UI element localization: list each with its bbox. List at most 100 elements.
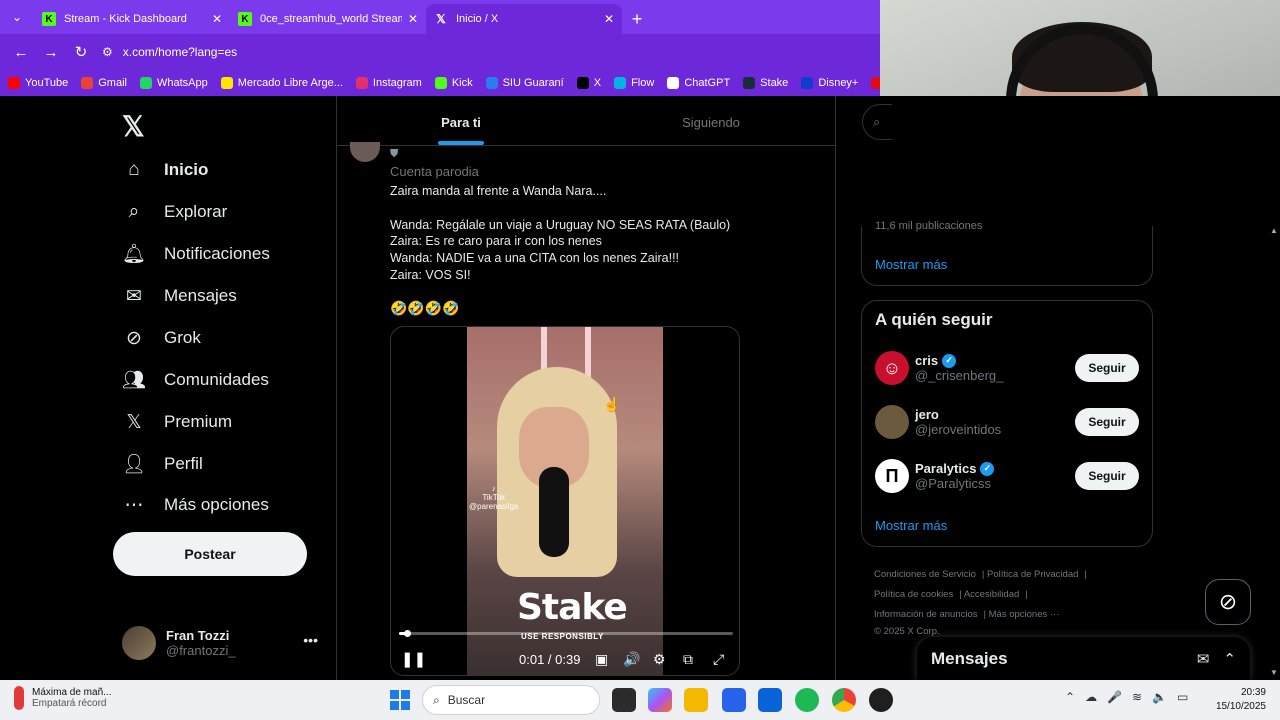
- bookmark-item[interactable]: WhatsApp: [139, 77, 208, 89]
- outlook-icon[interactable]: [758, 688, 782, 712]
- reload-button[interactable]: ↻: [66, 37, 96, 67]
- nav-item-notificaciones[interactable]: 🔔︎ Notificaciones: [122, 242, 270, 266]
- chrome-icon[interactable]: [832, 688, 856, 712]
- forward-button[interactable]: →: [36, 37, 66, 67]
- tab-para-ti[interactable]: Para ti: [336, 100, 586, 145]
- battery-icon[interactable]: ▭: [1177, 690, 1188, 704]
- fullscreen-icon[interactable]: ⤢: [713, 651, 724, 668]
- video-player[interactable]: ♪ TikTok @parenasilga Stake USE RESPONSI…: [390, 326, 740, 676]
- back-button[interactable]: ←: [6, 37, 36, 67]
- tab-siguiendo[interactable]: Siguiendo: [586, 100, 836, 145]
- follow-button[interactable]: Seguir: [1075, 408, 1139, 436]
- mic-icon[interactable]: 🎤: [1107, 690, 1122, 704]
- video-progress-bar[interactable]: [399, 630, 733, 637]
- post-text-line: Wanda: NADIE va a una CITA con los nenes…: [390, 251, 680, 265]
- footer-link[interactable]: Más opciones ···: [989, 609, 1060, 620]
- nav-item-m-s-opciones[interactable]: ⋯ Más opciones: [122, 493, 269, 517]
- bookmark-item[interactable]: Mercado Libre Arge...: [220, 77, 343, 89]
- browser-tab-2[interactable]: 𝕏 Inicio / X ✕: [426, 4, 622, 34]
- nav-item-comunidades[interactable]: 👥︎ Comunidades: [122, 368, 269, 392]
- nav-item-mensajes[interactable]: ✉ Mensajes: [122, 284, 237, 308]
- wifi-icon[interactable]: ≋: [1132, 690, 1142, 704]
- pause-icon[interactable]: ❚❚: [401, 650, 426, 668]
- account-switcher[interactable]: Fran Tozzi @frantozzi_ •••: [122, 624, 322, 662]
- bookmark-item[interactable]: X: [576, 77, 601, 89]
- avatar[interactable]: [875, 405, 909, 439]
- tab-search-button[interactable]: ⌄: [0, 0, 34, 34]
- follow-button[interactable]: Seguir: [1075, 462, 1139, 490]
- nav-item-perfil[interactable]: 👤︎ Perfil: [122, 452, 203, 476]
- post-emoji: 🤣🤣🤣🤣: [390, 300, 460, 316]
- x-logo-icon[interactable]: 𝕏: [122, 110, 145, 143]
- taskbar-search[interactable]: ⌕ Buscar: [422, 685, 600, 715]
- bookmark-item[interactable]: Kick: [434, 77, 473, 89]
- captions-icon[interactable]: ▣: [595, 651, 608, 668]
- site-settings-icon[interactable]: ⚙: [102, 45, 113, 59]
- bookmark-item[interactable]: Stake: [743, 77, 788, 89]
- video-progress-knob[interactable]: [404, 630, 412, 637]
- chevron-up-icon[interactable]: ⌃: [1065, 690, 1075, 704]
- follow-show-more[interactable]: Mostrar más: [875, 518, 947, 533]
- footer-link[interactable]: Información de anuncios: [874, 609, 978, 620]
- close-tab-icon[interactable]: ✕: [604, 12, 614, 26]
- avatar[interactable]: Π: [875, 459, 909, 493]
- scroll-up-icon[interactable]: ▲: [1270, 226, 1278, 235]
- store-icon[interactable]: [722, 688, 746, 712]
- weather-widget[interactable]: Máxima de mañ... Empatará récord: [14, 686, 111, 710]
- footer-link[interactable]: Política de cookies: [874, 589, 953, 600]
- nav-item-premium[interactable]: 𝕏 Premium: [122, 410, 232, 434]
- browser-tab-1[interactable]: K 0ce_streamhub_world Stream - ✕: [230, 4, 426, 34]
- popout-icon[interactable]: ⧉: [683, 651, 693, 668]
- trends-show-more[interactable]: Mostrar más: [875, 257, 947, 272]
- windows-start-icon[interactable]: [390, 690, 410, 710]
- speaker-icon[interactable]: 🔈: [1152, 690, 1167, 704]
- follow-suggestion[interactable]: jero @jeroveintidos Seguir: [875, 402, 1139, 442]
- address-bar[interactable]: ⚙ x.com/home?lang=es: [102, 38, 880, 66]
- copilot-icon[interactable]: [648, 688, 672, 712]
- task-view-icon[interactable]: [612, 688, 636, 712]
- footer-link[interactable]: Política de Privacidad: [987, 569, 1078, 580]
- bookmark-item[interactable]: Instagram: [355, 77, 422, 89]
- bookmark-item[interactable]: Disney+: [801, 77, 858, 89]
- bookmark-label: WhatsApp: [156, 77, 208, 89]
- obs-icon[interactable]: [869, 688, 893, 712]
- nav-item-inicio[interactable]: ⌂ Inicio: [122, 158, 208, 182]
- footer-link[interactable]: Condiciones de Servicio: [874, 569, 976, 580]
- browser-tab-0[interactable]: K Stream - Kick Dashboard ✕: [34, 4, 230, 34]
- grok-icon[interactable]: ⊘: [1205, 579, 1251, 625]
- bookmark-item[interactable]: Ne: [871, 77, 880, 89]
- new-tab-button[interactable]: +: [622, 4, 652, 34]
- bookmark-item[interactable]: Flow: [614, 77, 654, 89]
- bookmark-favicon-icon: [801, 77, 814, 89]
- bookmark-item[interactable]: YouTube: [8, 77, 68, 89]
- more-dots-icon[interactable]: •••: [303, 632, 318, 648]
- avatar[interactable]: ☺: [875, 351, 909, 385]
- volume-icon[interactable]: 🔊: [623, 651, 640, 668]
- cloud-icon[interactable]: ☁: [1085, 690, 1097, 704]
- search-icon: ⌕: [433, 692, 440, 707]
- weather-subtitle: Empatará récord: [32, 698, 107, 709]
- bookmark-item[interactable]: Gmail: [81, 77, 127, 89]
- close-tab-icon[interactable]: ✕: [212, 12, 222, 26]
- messages-drawer[interactable]: Mensajes ✉ ⌃: [917, 637, 1250, 680]
- settings-gear-icon[interactable]: ⚙: [653, 651, 666, 668]
- search-icon[interactable]: ⌕: [862, 104, 892, 140]
- expand-icon[interactable]: ⌃: [1223, 650, 1236, 668]
- nav-item-explorar[interactable]: ⌕ Explorar: [122, 200, 228, 224]
- scroll-down-icon[interactable]: ▼: [1270, 668, 1278, 677]
- bookmark-item[interactable]: SIU Guaraní: [485, 77, 564, 89]
- bookmark-item[interactable]: ChatGPT: [667, 77, 730, 89]
- spotify-icon[interactable]: [795, 688, 819, 712]
- page-scrollbar[interactable]: ▲ ▼: [1268, 226, 1280, 680]
- nav-item-grok[interactable]: ⊘ Grok: [122, 326, 201, 350]
- footer-link[interactable]: Accesibilidad: [964, 589, 1019, 600]
- file-explorer-icon[interactable]: [684, 688, 708, 712]
- taskbar-clock[interactable]: 20:39 15/10/2025: [1210, 686, 1266, 714]
- post-button[interactable]: Postear: [113, 532, 307, 576]
- follow-suggestion[interactable]: ☺ cris ✓ @_crisenberg_ Seguir: [875, 348, 1139, 388]
- follow-suggestion[interactable]: Π Paralytics ✓ @Paralyticss Seguir: [875, 456, 1139, 496]
- system-tray[interactable]: ⌃ ☁ 🎤 ≋ 🔈 ▭: [1065, 690, 1188, 704]
- close-tab-icon[interactable]: ✕: [408, 12, 418, 26]
- new-message-icon[interactable]: ✉: [1197, 650, 1210, 668]
- follow-button[interactable]: Seguir: [1075, 354, 1139, 382]
